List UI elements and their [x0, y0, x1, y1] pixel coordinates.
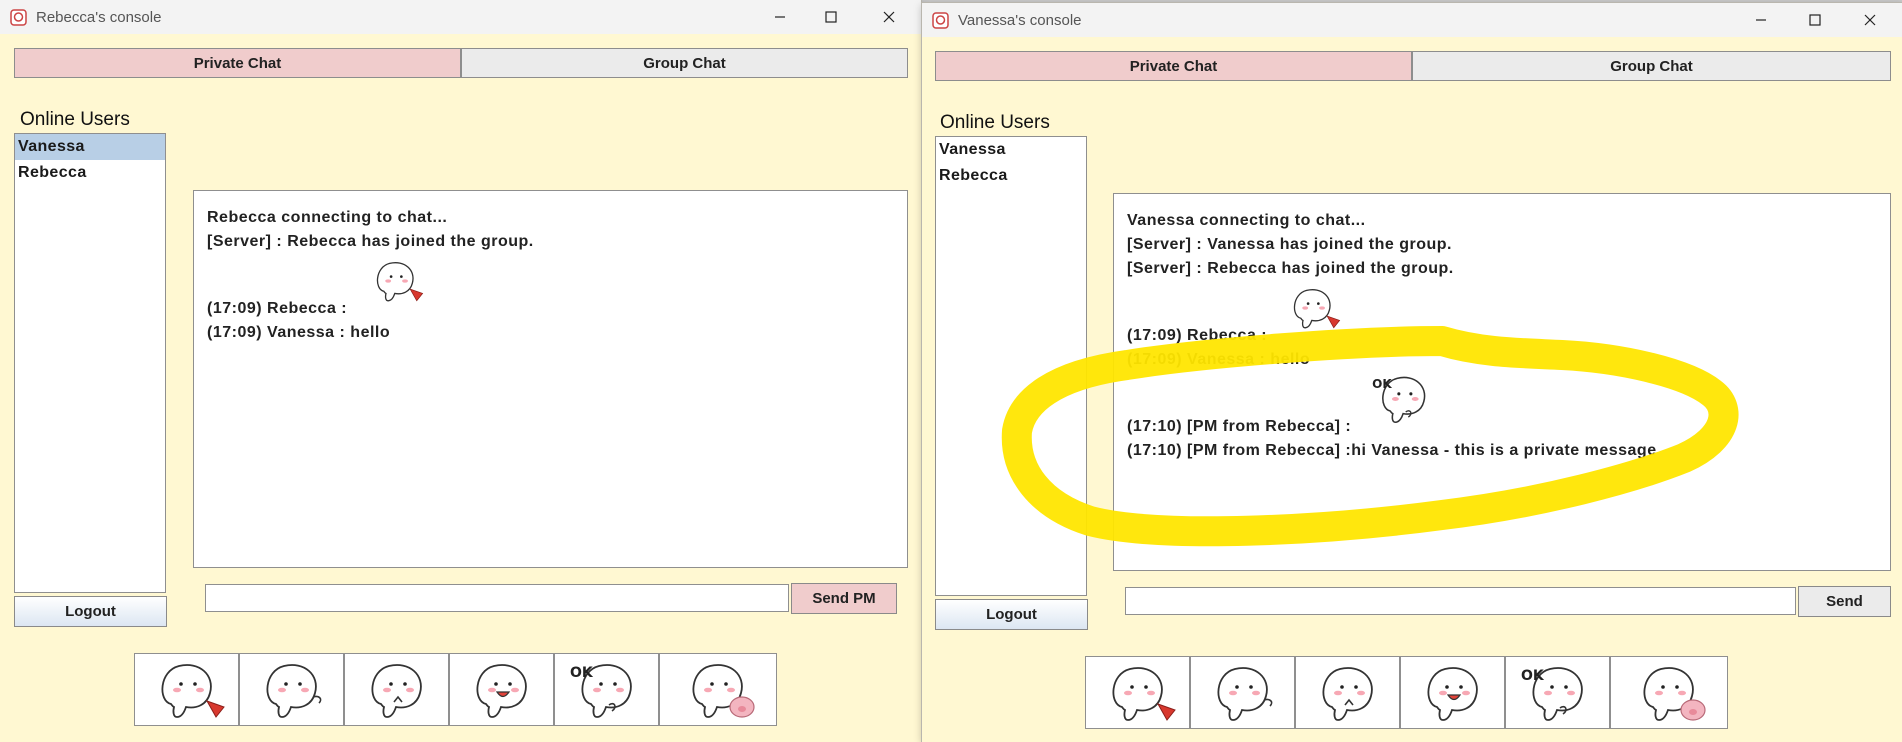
- chat-display: Rebecca connecting to chat... [Server] :…: [193, 190, 908, 568]
- pointing-with-heart-sticker: [1281, 279, 1341, 337]
- online-users-list[interactable]: Vanessa Rebecca: [14, 133, 166, 593]
- pig-friend-sticker: [675, 657, 755, 723]
- chat-line: [Server] : Rebecca has joined the group.: [1127, 260, 1454, 277]
- chat-display: Vanessa connecting to chat... [Server] :…: [1113, 193, 1891, 571]
- sticker-button-pig-friend[interactable]: [659, 653, 777, 726]
- sticker-bar: OK: [1085, 656, 1740, 729]
- chat-line: (17:10) [PM from Rebecca] :hi Vanessa - …: [1127, 442, 1657, 459]
- user-item-rebecca[interactable]: Rebecca: [936, 163, 1086, 189]
- laughing-sticker: [459, 657, 545, 723]
- chat-line: (17:09) Rebecca :: [1127, 327, 1268, 344]
- laughing-sticker: [1410, 660, 1496, 726]
- chat-line: [Server] : Rebecca has joined the group.: [207, 233, 534, 250]
- user-item-vanessa[interactable]: Vanessa: [15, 134, 165, 160]
- minimize-icon[interactable]: [1738, 3, 1784, 37]
- vanessa-console-window: Vanessa's console Private Chat Group Cha…: [922, 3, 1902, 742]
- user-item-vanessa[interactable]: Vanessa: [936, 137, 1086, 163]
- sticker-bar: OK: [134, 653, 789, 726]
- send-button[interactable]: Send: [1798, 586, 1891, 617]
- chat-line: (17:09) Rebecca :: [207, 300, 348, 317]
- tab-private-chat[interactable]: Private Chat: [935, 51, 1412, 81]
- online-users-list[interactable]: Vanessa Rebecca: [935, 136, 1087, 596]
- pointing-with-heart-sticker: [1095, 660, 1176, 726]
- blushing-wave-sticker: [1200, 660, 1272, 726]
- sticker-button-shy-fingers[interactable]: [344, 653, 449, 726]
- chat-line: (17:09) Vanessa : hello: [207, 324, 391, 341]
- close-icon[interactable]: [1847, 3, 1893, 37]
- ok-sticker: OK: [570, 657, 650, 723]
- svg-text:OK: OK: [570, 665, 594, 681]
- tab-group-chat[interactable]: Group Chat: [1412, 51, 1891, 81]
- logout-button[interactable]: Logout: [14, 596, 167, 627]
- svg-text:OK: OK: [1372, 377, 1392, 391]
- user-item-rebecca[interactable]: Rebecca: [15, 160, 165, 186]
- tab-private-chat[interactable]: Private Chat: [14, 48, 461, 78]
- blushing-wave-sticker: [249, 657, 321, 723]
- maximize-icon[interactable]: [1792, 3, 1838, 37]
- sticker-button-laughing[interactable]: [449, 653, 554, 726]
- minimize-icon[interactable]: [757, 0, 803, 34]
- sticker-button-blushing-wave[interactable]: [1190, 656, 1295, 729]
- sticker-button-pig-friend[interactable]: [1610, 656, 1728, 729]
- rebecca-console-window: Rebecca's console Private Chat Group Cha…: [0, 0, 921, 742]
- window-title: Vanessa's console: [958, 12, 1082, 29]
- message-input[interactable]: [205, 584, 789, 612]
- sticker-button-ok[interactable]: OK: [554, 653, 659, 726]
- logout-button[interactable]: Logout: [935, 599, 1088, 630]
- sticker-button-ok[interactable]: OK: [1505, 656, 1610, 729]
- chat-line: Rebecca connecting to chat...: [207, 209, 448, 226]
- sticker-button-laughing[interactable]: [1400, 656, 1505, 729]
- svg-text:OK: OK: [1521, 668, 1545, 684]
- title-bar[interactable]: Vanessa's console: [922, 3, 1902, 37]
- close-icon[interactable]: [866, 0, 912, 34]
- sticker-button-pointing-heart[interactable]: [1085, 656, 1190, 729]
- sticker-button-pointing-heart[interactable]: [134, 653, 239, 726]
- chat-line: (17:09) Vanessa : hello: [1127, 351, 1311, 368]
- shy-fingers-sticker: [1305, 660, 1391, 726]
- tab-group-chat[interactable]: Group Chat: [461, 48, 908, 78]
- chat-line: (17:10) [PM from Rebecca] :: [1127, 418, 1352, 435]
- app-icon: [932, 12, 949, 29]
- send-pm-button[interactable]: Send PM: [791, 583, 897, 614]
- maximize-icon[interactable]: [808, 0, 854, 34]
- title-bar[interactable]: Rebecca's console: [0, 0, 921, 34]
- online-users-label: Online Users: [20, 109, 130, 130]
- shy-fingers-sticker: [354, 657, 440, 723]
- sticker-button-shy-fingers[interactable]: [1295, 656, 1400, 729]
- chat-line: Vanessa connecting to chat...: [1127, 212, 1366, 229]
- pig-friend-sticker: [1626, 660, 1706, 726]
- pointing-with-heart-sticker: [144, 657, 225, 723]
- window-title: Rebecca's console: [36, 9, 162, 26]
- app-icon: [10, 9, 27, 26]
- ok-sticker: OK: [1521, 660, 1601, 726]
- ok-sticker: OK: [1372, 370, 1441, 428]
- message-input[interactable]: [1125, 587, 1796, 615]
- chat-line: [Server] : Vanessa has joined the group.: [1127, 236, 1452, 253]
- sticker-button-blushing-wave[interactable]: [239, 653, 344, 726]
- online-users-label: Online Users: [940, 112, 1050, 133]
- pointing-with-heart-sticker: [364, 252, 424, 310]
